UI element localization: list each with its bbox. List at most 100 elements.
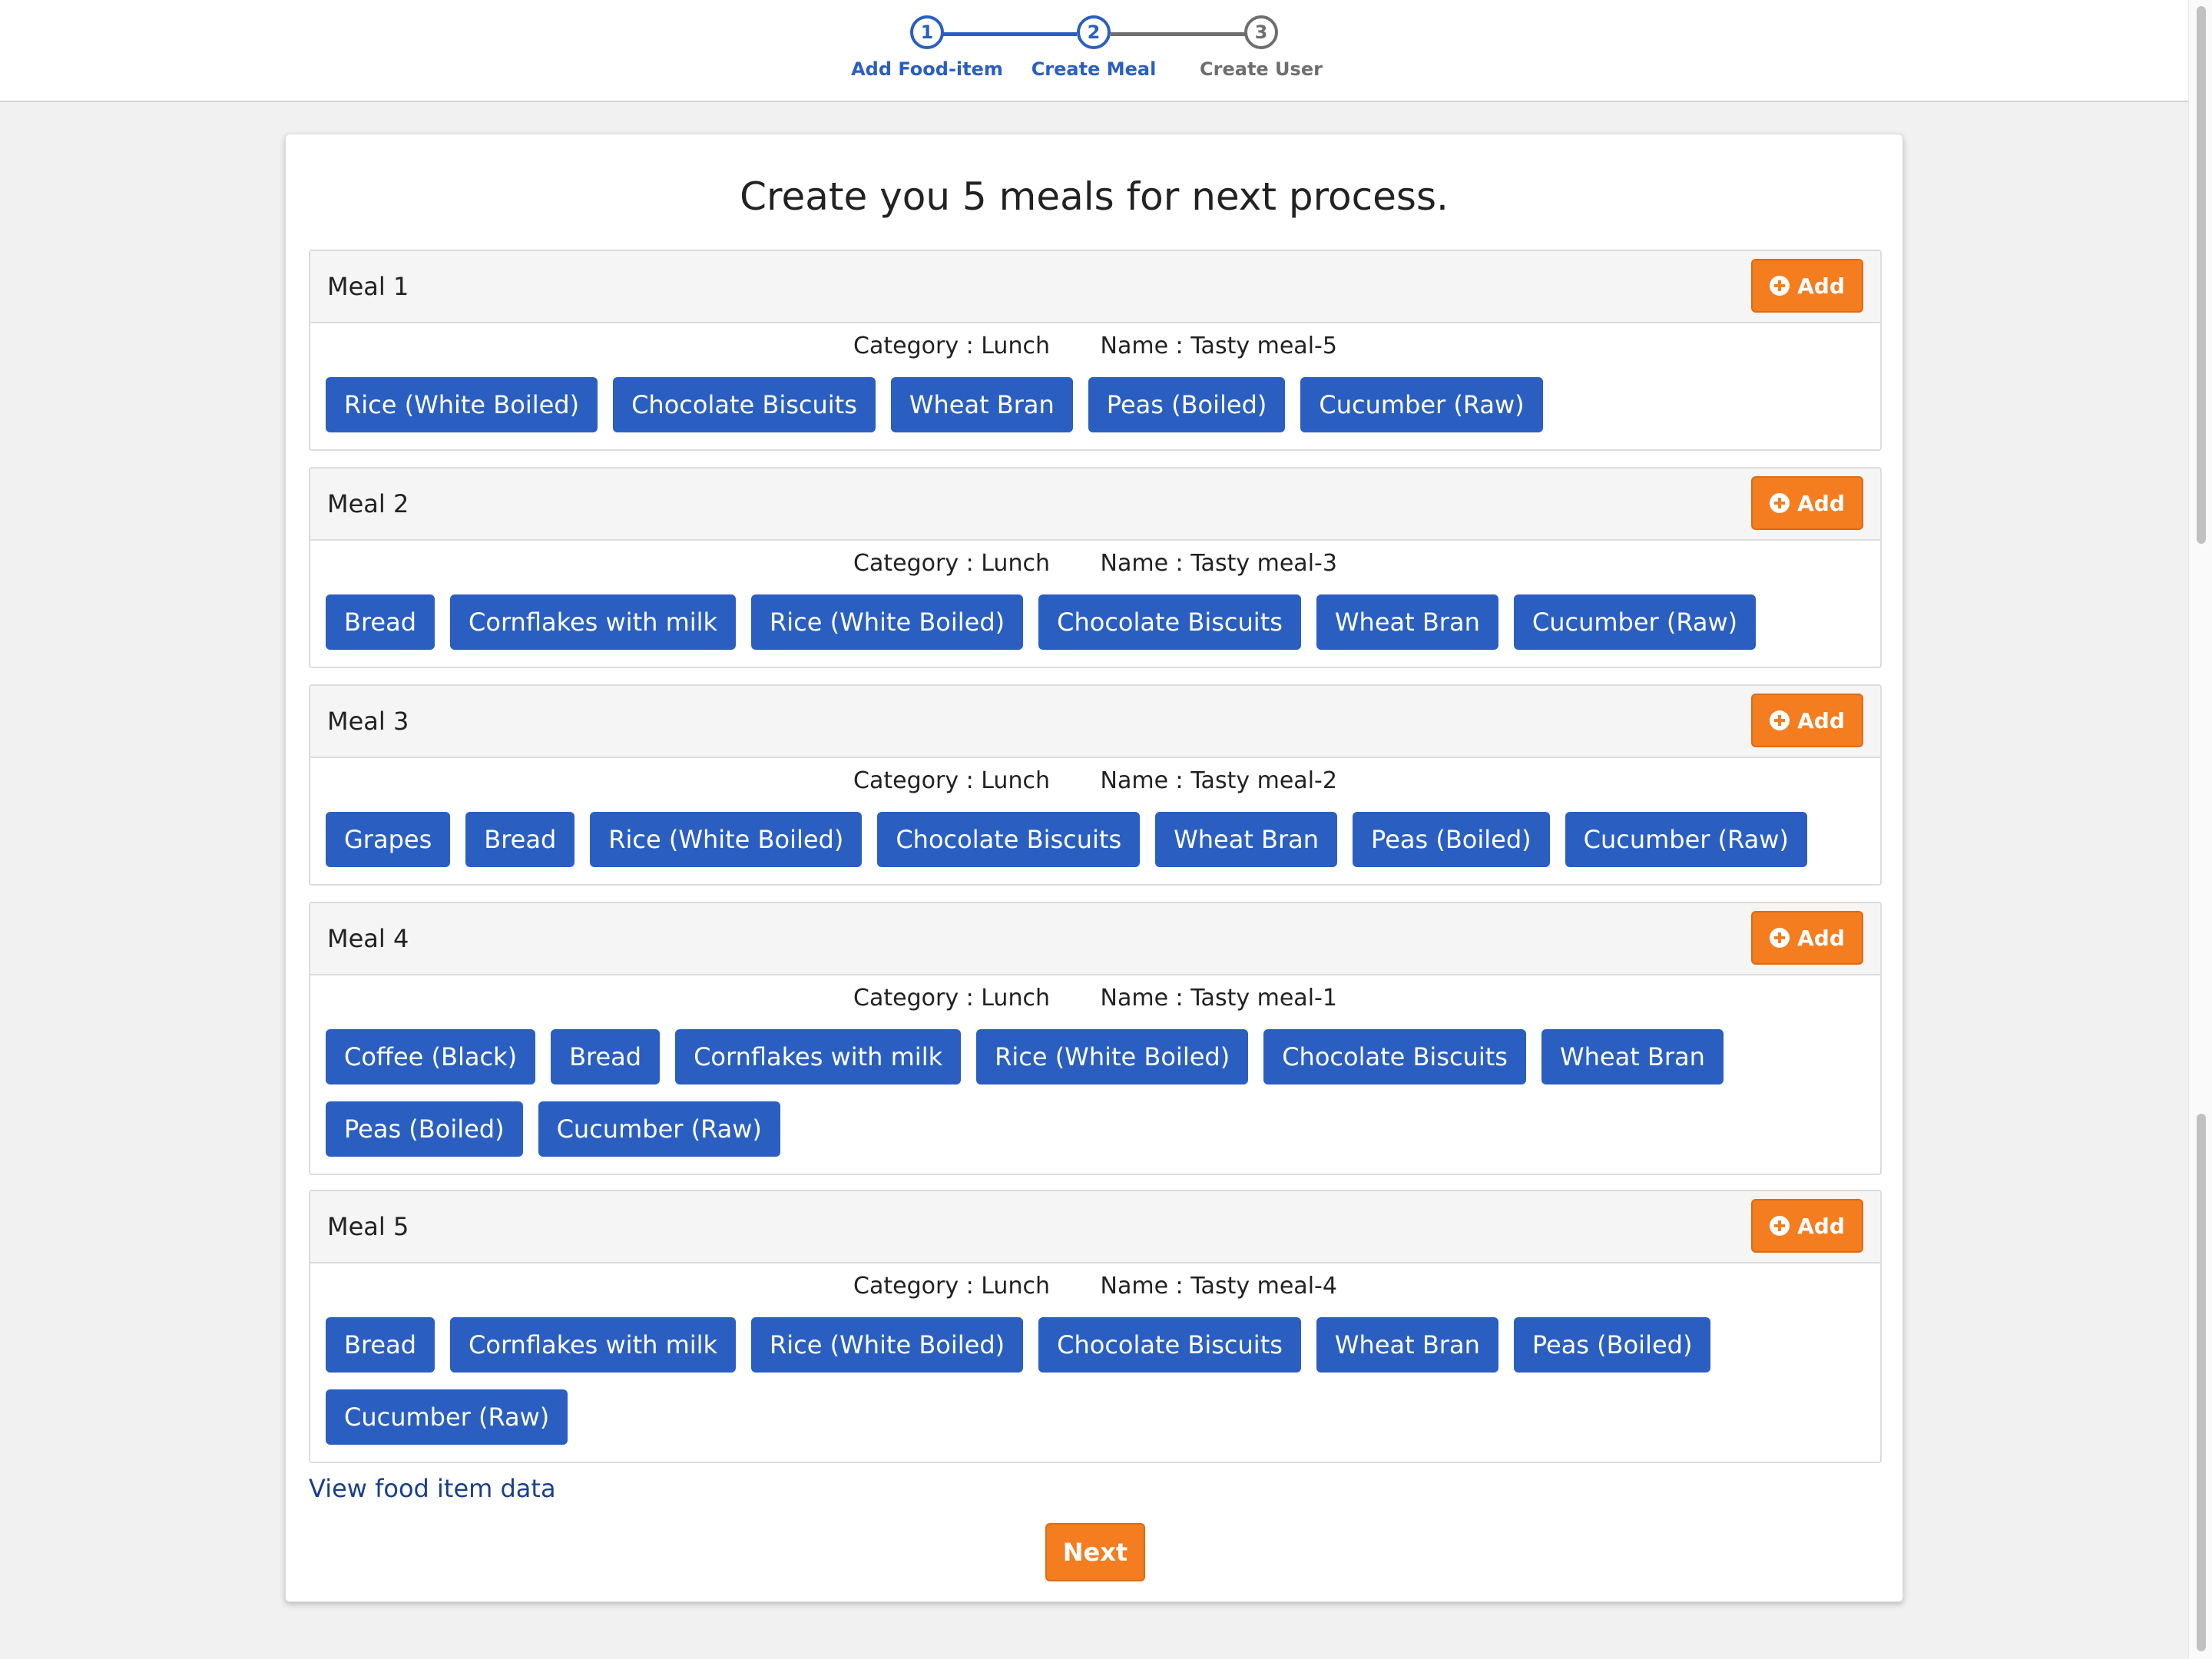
add-food-button[interactable]: Add	[1751, 911, 1863, 965]
food-item-chip[interactable]: Rice (White Boiled)	[590, 812, 863, 867]
food-item-chip[interactable]: Chocolate Biscuits	[613, 377, 876, 432]
food-item-chip[interactable]: Cornflakes with milk	[675, 1029, 962, 1084]
food-item-chip[interactable]: Peas (Boiled)	[1513, 1317, 1711, 1373]
meal-meta: Category : Lunch Name : Tasty meal-4	[310, 1267, 1880, 1306]
food-item-chip[interactable]: Chocolate Biscuits	[1038, 594, 1301, 650]
food-item-chip[interactable]: Cucumber (Raw)	[1300, 377, 1543, 432]
stepper: 1 Add Food-item 2 Create Meal 3 Create U…	[0, 0, 2188, 101]
food-item-chip[interactable]: Chocolate Biscuits	[1038, 1317, 1301, 1373]
view-food-data-link[interactable]: View food item data	[309, 1474, 556, 1503]
meal-header: Meal 5 Add	[310, 1191, 1880, 1263]
food-item-chip[interactable]: Grapes	[326, 812, 451, 867]
food-item-chip[interactable]: Bread	[551, 1029, 661, 1084]
plus-circle-icon	[1770, 493, 1790, 513]
step-add-food-item[interactable]: 1 Add Food-item	[835, 15, 1019, 80]
food-item-chip[interactable]: Peas (Boiled)	[326, 1101, 523, 1157]
food-item-chip[interactable]: Wheat Bran	[1316, 594, 1498, 650]
meal-meta: Category : Lunch Name : Tasty meal-5	[310, 326, 1880, 366]
meal-builder-card: Create you 5 meals for next process. Mea…	[285, 134, 1903, 1602]
meal-name: Name : Tasty meal-3	[1100, 550, 1337, 577]
food-item-chip[interactable]: Bread	[465, 812, 575, 867]
meal-meta: Category : Lunch Name : Tasty meal-3	[310, 544, 1880, 584]
meal-title: Meal 2	[327, 489, 409, 518]
vertical-scrollbar[interactable]	[2188, 0, 2212, 1659]
meal-panel-5: Meal 5 Add Category : Lunch Name : Tasty…	[309, 1190, 1882, 1463]
meal-name: Name : Tasty meal-4	[1100, 1273, 1337, 1300]
meal-title: Meal 1	[327, 272, 409, 301]
meal-items: Bread Cornflakes with milk Rice (White B…	[310, 1306, 1880, 1462]
food-item-chip[interactable]: Cucumber (Raw)	[326, 1389, 568, 1445]
meal-title: Meal 4	[327, 924, 409, 953]
meal-items: Grapes Bread Rice (White Boiled) Chocola…	[310, 801, 1880, 884]
food-item-chip[interactable]: Peas (Boiled)	[1353, 812, 1550, 867]
food-item-chip[interactable]: Cucumber (Raw)	[1513, 594, 1757, 650]
food-item-chip[interactable]: Cucumber (Raw)	[538, 1101, 780, 1157]
add-button-label: Add	[1797, 1213, 1845, 1239]
next-button[interactable]: Next	[1045, 1523, 1145, 1581]
meal-category: Category : Lunch	[853, 985, 1050, 1012]
meal-category: Category : Lunch	[853, 1273, 1050, 1300]
add-food-button[interactable]: Add	[1751, 259, 1863, 313]
meal-category: Category : Lunch	[853, 767, 1050, 794]
scrollbar-thumb[interactable]	[2197, 1114, 2206, 1651]
step-number: 1	[910, 15, 944, 49]
food-item-chip[interactable]: Rice (White Boiled)	[326, 377, 598, 432]
meal-items: Coffee (Black) Bread Cornflakes with mil…	[310, 1018, 1880, 1174]
add-button-label: Add	[1797, 707, 1845, 733]
meal-panel-2: Meal 2 Add Category : Lunch Name : Tasty…	[309, 467, 1882, 668]
plus-circle-icon	[1770, 710, 1790, 730]
meal-header: Meal 3 Add	[310, 686, 1880, 758]
meal-items: Bread Cornflakes with milk Rice (White B…	[310, 584, 1880, 667]
food-item-chip[interactable]: Bread	[326, 1317, 435, 1373]
add-button-label: Add	[1797, 925, 1845, 951]
step-number: 2	[1077, 15, 1111, 49]
meal-name: Name : Tasty meal-5	[1100, 333, 1337, 359]
meal-name: Name : Tasty meal-2	[1100, 767, 1337, 794]
step-label: Create Meal	[1031, 58, 1157, 80]
plus-circle-icon	[1770, 276, 1790, 296]
add-food-button[interactable]: Add	[1751, 694, 1863, 747]
meal-title: Meal 5	[327, 1212, 409, 1241]
food-item-chip[interactable]: Wheat Bran	[890, 377, 1073, 432]
meal-category: Category : Lunch	[853, 333, 1050, 359]
step-number: 3	[1244, 15, 1278, 49]
meal-meta: Category : Lunch Name : Tasty meal-2	[310, 761, 1880, 801]
step-label: Add Food-item	[851, 58, 1003, 80]
meal-meta: Category : Lunch Name : Tasty meal-1	[310, 979, 1880, 1018]
food-item-chip[interactable]: Chocolate Biscuits	[877, 812, 1141, 867]
page-title: Create you 5 meals for next process.	[740, 174, 1449, 219]
scrollbar-thumb[interactable]	[2197, 6, 2206, 544]
food-item-chip[interactable]: Peas (Boiled)	[1088, 377, 1286, 432]
step-create-user[interactable]: 3 Create User	[1169, 15, 1353, 80]
food-item-chip[interactable]: Wheat Bran	[1541, 1029, 1724, 1084]
progress-header: 1 Add Food-item 2 Create Meal 3 Create U…	[0, 0, 2188, 102]
meal-name: Name : Tasty meal-1	[1100, 985, 1337, 1012]
meal-title: Meal 3	[327, 707, 409, 736]
food-item-chip[interactable]: Wheat Bran	[1155, 812, 1338, 867]
add-button-label: Add	[1797, 490, 1845, 516]
food-item-chip[interactable]: Chocolate Biscuits	[1263, 1029, 1526, 1084]
step-label: Create User	[1200, 58, 1323, 80]
food-item-chip[interactable]: Cornflakes with milk	[450, 594, 737, 650]
meal-panel-4: Meal 4 Add Category : Lunch Name : Tasty…	[309, 902, 1882, 1175]
food-item-chip[interactable]: Rice (White Boiled)	[751, 1317, 1024, 1373]
food-item-chip[interactable]: Cornflakes with milk	[450, 1317, 737, 1373]
step-create-meal[interactable]: 2 Create Meal	[1002, 15, 1186, 80]
meal-panel-1: Meal 1 Add Category : Lunch Name : Tasty…	[309, 250, 1882, 451]
add-food-button[interactable]: Add	[1751, 476, 1863, 530]
meal-header: Meal 4 Add	[310, 903, 1880, 975]
food-item-chip[interactable]: Coffee (Black)	[326, 1029, 536, 1084]
plus-circle-icon	[1770, 1216, 1790, 1236]
meal-panel-3: Meal 3 Add Category : Lunch Name : Tasty…	[309, 684, 1882, 886]
meal-header: Meal 2 Add	[310, 469, 1880, 541]
food-item-chip[interactable]: Rice (White Boiled)	[976, 1029, 1249, 1084]
plus-circle-icon	[1770, 928, 1790, 948]
add-button-label: Add	[1797, 273, 1845, 299]
add-food-button[interactable]: Add	[1751, 1199, 1863, 1253]
food-item-chip[interactable]: Bread	[326, 594, 435, 650]
food-item-chip[interactable]: Cucumber (Raw)	[1565, 812, 1807, 867]
meal-items: Rice (White Boiled) Chocolate Biscuits W…	[310, 366, 1880, 449]
food-item-chip[interactable]: Rice (White Boiled)	[751, 594, 1024, 650]
food-item-chip[interactable]: Wheat Bran	[1316, 1317, 1498, 1373]
meal-header: Meal 1 Add	[310, 251, 1880, 323]
